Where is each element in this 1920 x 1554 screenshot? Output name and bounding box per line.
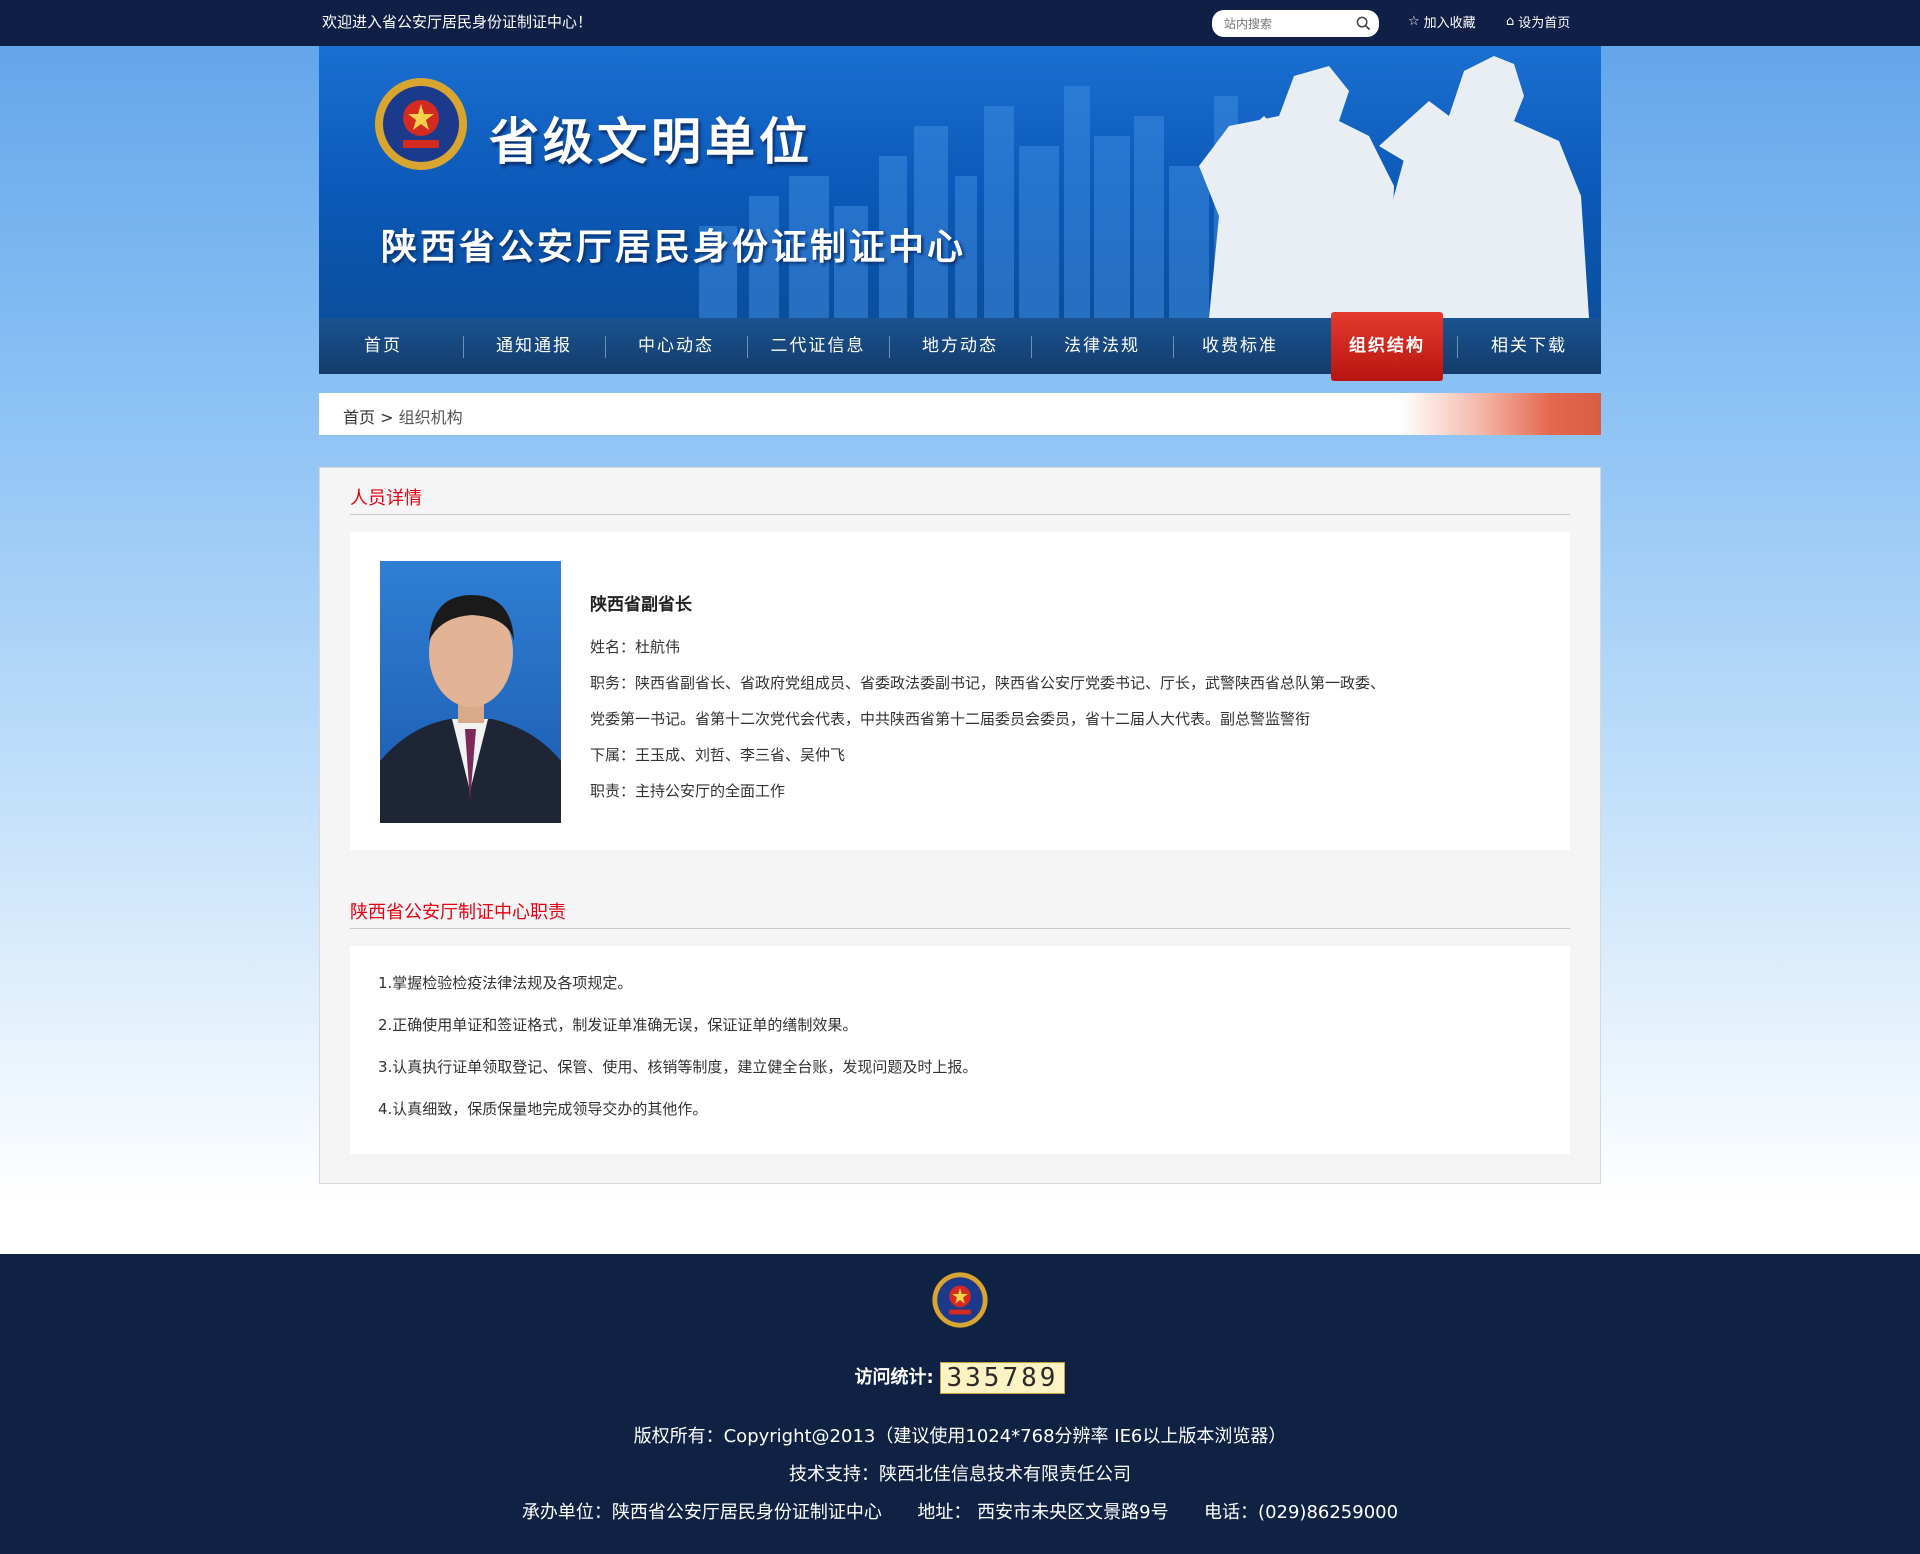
set-homepage-link[interactable]: ⌂ 设为首页 <box>1506 12 1570 31</box>
main-nav: 首页 通知通报 中心动态 二代证信息 地方动态 法律法规 收费标准 组织结构 相… <box>319 312 1601 381</box>
visit-count: 335789 <box>939 1362 1066 1394</box>
duty-item: 1.掌握检验检疫法律法规及各项规定。 <box>378 974 633 992</box>
police-emblem-icon <box>932 1272 988 1328</box>
nav-item-local-news[interactable]: 地方动态 <box>889 318 1031 374</box>
contact-row: 承办单位：陕西省公安厅居民身份证制证中心 地址： 西安市未央区文景路9号 电话：… <box>0 1498 1920 1524</box>
top-bar: 欢迎进入省公安厅居民身份证制证中心！ ☆ 加入收藏 ⌂ 设为首页 <box>0 0 1920 46</box>
breadcrumb-current: 组织机构 <box>398 408 463 427</box>
duty-item: 4.认真细致，保质保量地完成领导交办的其他作。 <box>378 1100 708 1118</box>
city-skyline-graphic <box>699 56 1589 318</box>
footer: 访问统计: 335789 版权所有：Copyright@2013（建议使用102… <box>0 1254 1920 1554</box>
main-content: 人员详情 陕西省副省长 姓名：杜航伟 职务：陕西省副省长、省政府党组成员、省委政… <box>319 467 1601 1184</box>
tech-support-text: 技术支持：陕西北佳信息技术有限责任公司 <box>789 1464 1131 1485</box>
duty-card: 1.掌握检验检疫法律法规及各项规定。 2.正确使用单证和签证格式，制发证单准确无… <box>350 946 1570 1154</box>
nav-item-organization[interactable]: 组织结构 <box>1331 312 1443 381</box>
duty-item: 2.正确使用单证和签证格式，制发证单准确无误，保证证单的缮制效果。 <box>378 1016 858 1034</box>
nav-item-laws[interactable]: 法律法规 <box>1031 318 1173 374</box>
banner-title: 省级文明单位 <box>489 113 813 171</box>
phone-text: 电话：(029)86259000 <box>1204 1502 1399 1523</box>
breadcrumb-decoration <box>1401 393 1601 435</box>
copyright-text: 版权所有：Copyright@2013（建议使用1024*768分辨率 IE6以… <box>633 1426 1287 1447</box>
breadcrumb: 首页 > 组织机构 <box>319 393 1601 435</box>
visit-label: 访问统计: <box>854 1367 934 1388</box>
organizer-text: 承办单位：陕西省公安厅居民身份证制证中心 <box>521 1502 882 1523</box>
breadcrumb-home[interactable]: 首页 <box>343 408 375 427</box>
person-name: 姓名：杜航伟 <box>590 638 681 656</box>
address-text: 地址： 西安市未央区文景路9号 <box>917 1502 1169 1523</box>
person-position-line2: 党委第一书记。省第十二次党代会代表，中共陕西省第十二届委员会委员，省十二届人大代… <box>590 710 1311 728</box>
section-divider <box>350 514 1570 515</box>
search-box[interactable] <box>1212 10 1379 37</box>
search-icon[interactable] <box>1356 16 1371 31</box>
visit-counter-row: 访问统计: 335789 <box>0 1362 1920 1394</box>
police-emblem-logo <box>375 78 467 170</box>
banner-subtitle: 陕西省公安厅居民身份证制证中心 <box>381 227 967 268</box>
person-position-line1: 职务：陕西省副省长、省政府党组成员、省委政法委副书记，陕西省公安厅党委书记、厅长… <box>590 674 1386 692</box>
nav-item-center-news[interactable]: 中心动态 <box>605 318 747 374</box>
nav-item-notices[interactable]: 通知通报 <box>463 318 605 374</box>
person-subordinates: 下属：王玉成、刘哲、李三省、吴仲飞 <box>590 746 846 764</box>
search-input[interactable] <box>1224 15 1349 32</box>
duty-section-title: 陕西省公安厅制证中心职责 <box>350 902 566 923</box>
header-banner: 省级文明单位 陕西省公安厅居民身份证制证中心 <box>319 46 1601 318</box>
breadcrumb-separator: > <box>375 408 399 427</box>
set-homepage-label: 设为首页 <box>1518 16 1571 31</box>
home-icon: ⌂ <box>1506 14 1515 29</box>
nav-item-home[interactable]: 首页 <box>319 318 447 374</box>
section-divider <box>350 928 1570 929</box>
star-icon: ☆ <box>1408 14 1420 29</box>
add-favorite-link[interactable]: ☆ 加入收藏 <box>1408 12 1476 31</box>
duty-item: 3.认真执行证单领取登记、保管、使用、核销等制度，建立健全台账，发现问题及时上报… <box>378 1058 978 1076</box>
welcome-text: 欢迎进入省公安厅居民身份证制证中心！ <box>322 13 593 31</box>
nav-item-downloads[interactable]: 相关下载 <box>1457 318 1601 374</box>
add-favorite-label: 加入收藏 <box>1423 16 1476 31</box>
person-heading: 陕西省副省长 <box>590 595 692 615</box>
nav-item-fees[interactable]: 收费标准 <box>1173 318 1307 374</box>
person-photo <box>380 561 561 823</box>
person-card: 陕西省副省长 姓名：杜航伟 职务：陕西省副省长、省政府党组成员、省委政法委副书记… <box>350 532 1570 850</box>
person-responsibility: 职责：主持公安厅的全面工作 <box>590 782 786 800</box>
nav-item-id-info[interactable]: 二代证信息 <box>747 318 889 374</box>
person-section-title: 人员详情 <box>350 488 422 509</box>
